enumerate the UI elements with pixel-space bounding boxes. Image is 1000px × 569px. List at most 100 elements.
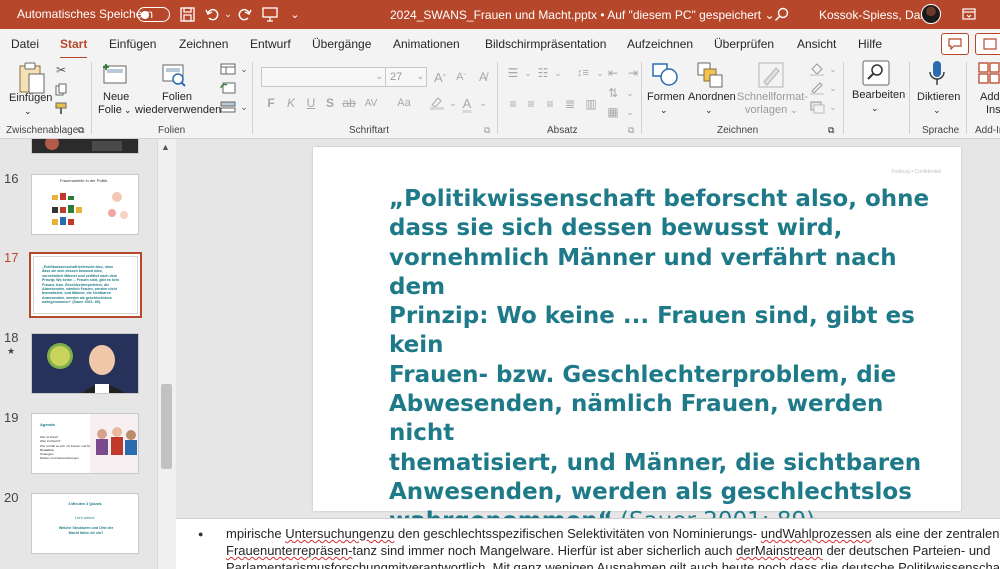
format-painter-icon[interactable] bbox=[52, 101, 70, 115]
slide-thumbnail-17-selected[interactable]: „Politikwissenschaft beforscht also, ohn… bbox=[29, 252, 142, 318]
font-dialog-icon[interactable]: ⧉ bbox=[484, 124, 490, 137]
dictate-icon[interactable] bbox=[928, 60, 946, 91]
tab-ansicht[interactable]: Ansicht bbox=[797, 37, 836, 51]
addins-label[interactable]: Add bbox=[980, 91, 1000, 104]
reuse-slides-label-2[interactable]: wiederverwenden bbox=[135, 104, 221, 117]
presentation-icon[interactable] bbox=[261, 5, 279, 23]
smartart-dropdown-icon[interactable]: ⌄ bbox=[621, 105, 639, 119]
new-slide-dropdown-icon[interactable]: ⌄ bbox=[124, 104, 132, 117]
layout-dropdown-icon[interactable]: ⌄ bbox=[235, 62, 253, 76]
smartart-icon[interactable]: ▦ bbox=[604, 105, 622, 119]
font-size-combobox[interactable]: 27 ⌄ bbox=[385, 67, 427, 87]
addins-label-2[interactable]: Ins bbox=[986, 104, 1000, 117]
editing-dropdown-icon[interactable]: ⌄ bbox=[871, 102, 879, 115]
editing-icon[interactable] bbox=[862, 60, 890, 89]
new-slide-label-2[interactable]: Folie bbox=[98, 104, 122, 117]
italic-icon[interactable]: K bbox=[282, 96, 300, 110]
line-spacing-icon[interactable]: ↕≡ bbox=[574, 66, 592, 80]
slide-thumbnail-15[interactable] bbox=[31, 139, 139, 154]
tab-zeichnen[interactable]: Zeichnen bbox=[179, 37, 228, 51]
tab-bildschirmpraesentation[interactable]: Bildschirmpräsentation bbox=[485, 37, 606, 51]
shape-effects-dropdown-icon[interactable]: ⌄ bbox=[824, 100, 842, 114]
reset-icon[interactable] bbox=[219, 81, 237, 95]
tab-animationen[interactable]: Animationen bbox=[393, 37, 460, 51]
avatar[interactable] bbox=[921, 4, 941, 24]
arrange-label[interactable]: Anordnen bbox=[688, 91, 736, 104]
shapes-dropdown-icon[interactable]: ⌄ bbox=[660, 104, 668, 117]
addins-icon[interactable] bbox=[978, 60, 1000, 91]
copy-icon[interactable] bbox=[52, 82, 70, 96]
customize-toolbar-icon[interactable]: ⌄ bbox=[286, 5, 304, 23]
quick-styles-dropdown-icon[interactable]: ⌄ bbox=[790, 104, 798, 117]
tab-start[interactable]: Start bbox=[60, 37, 88, 60]
arrange-icon[interactable] bbox=[697, 62, 723, 91]
slide-thumbnail-16[interactable]: Frauenanteile in der Politik bbox=[31, 174, 139, 235]
scrollbar-thumb[interactable] bbox=[161, 384, 172, 469]
strikethrough-icon[interactable]: ab bbox=[340, 96, 358, 110]
decrease-indent-icon[interactable]: ⇤ bbox=[604, 66, 622, 80]
paste-dropdown-icon[interactable]: ⌄ bbox=[24, 105, 32, 118]
text-direction-dropdown-icon[interactable]: ⌄ bbox=[621, 86, 639, 100]
paste-label[interactable]: Einfügen bbox=[9, 92, 52, 105]
text-shadow-icon[interactable]: S bbox=[321, 96, 339, 110]
clipboard-dialog-icon[interactable]: ⧉ bbox=[78, 124, 84, 137]
font-color-dropdown-icon[interactable]: ⌄ bbox=[474, 96, 492, 110]
shapes-icon[interactable] bbox=[652, 62, 680, 91]
shape-outline-dropdown-icon[interactable]: ⌄ bbox=[824, 81, 842, 95]
new-slide-label[interactable]: Neue bbox=[103, 91, 129, 104]
autosave-toggle[interactable] bbox=[137, 7, 170, 22]
current-slide[interactable]: Freiburg • Confidential „Politikwissensc… bbox=[313, 147, 961, 534]
speaker-notes-pane[interactable]: ● mpirische Untersuchungenzu den geschle… bbox=[176, 518, 1000, 569]
slide-thumbnail-20[interactable]: 3 Minuten 3 Quizzis Let's collect: Welch… bbox=[31, 493, 139, 554]
tab-hilfe[interactable]: Hilfe bbox=[858, 37, 882, 51]
align-center-icon[interactable]: ≡ bbox=[522, 97, 540, 111]
present-button[interactable] bbox=[975, 33, 1000, 55]
text-direction-icon[interactable]: ⇅ bbox=[604, 86, 622, 100]
reuse-slides-label[interactable]: Folien bbox=[162, 91, 192, 104]
slide-thumbnail-19[interactable]: Agenda Wer ist Dara? Was ist Macht? Wie … bbox=[31, 413, 139, 474]
document-title[interactable]: 2024_SWANS_Frauen und Macht.pptx • Auf "… bbox=[390, 8, 775, 22]
clear-formatting-icon[interactable]: A̸ bbox=[474, 70, 492, 84]
scroll-up-icon[interactable]: ▲ bbox=[161, 142, 170, 152]
character-spacing-icon[interactable]: AV bbox=[362, 96, 380, 110]
increase-indent-icon[interactable]: ⇥ bbox=[624, 66, 642, 80]
align-left-icon[interactable]: ≡ bbox=[504, 97, 522, 111]
slide-quote-textbox[interactable]: „Politikwissenschaft beforscht also, ohn… bbox=[389, 185, 949, 537]
tab-uebergaenge[interactable]: Übergänge bbox=[312, 37, 371, 51]
comments-button[interactable] bbox=[941, 33, 969, 55]
quick-styles-label[interactable]: Schnellformat- bbox=[737, 91, 808, 104]
editing-label[interactable]: Bearbeiten bbox=[852, 89, 905, 102]
search-icon[interactable] bbox=[772, 5, 790, 23]
bold-icon[interactable]: F bbox=[262, 96, 280, 110]
tab-entwurf[interactable]: Entwurf bbox=[250, 37, 291, 51]
quick-styles-label-2[interactable]: vorlagen bbox=[745, 104, 787, 117]
font-name-dropdown-icon[interactable]: ⌄ bbox=[375, 71, 383, 82]
user-name[interactable]: Kossok-Spiess, Dara bbox=[819, 8, 931, 22]
reuse-slides-icon[interactable] bbox=[161, 63, 187, 90]
new-slide-icon[interactable] bbox=[102, 63, 128, 88]
increase-font-icon[interactable]: A ^ bbox=[431, 70, 449, 85]
numbering-dropdown-icon[interactable]: ⌄ bbox=[549, 66, 567, 80]
justify-icon[interactable]: ≣ bbox=[561, 97, 579, 111]
align-right-icon[interactable]: ≡ bbox=[541, 97, 559, 111]
drawing-dialog-icon[interactable]: ⧉ bbox=[828, 124, 834, 137]
underline-icon[interactable]: U bbox=[302, 96, 320, 110]
font-size-dropdown-icon[interactable]: ⌄ bbox=[416, 71, 424, 82]
cut-icon[interactable]: ✂ bbox=[52, 63, 70, 77]
font-name-combobox[interactable]: ⌄ bbox=[261, 67, 386, 87]
redo-icon[interactable] bbox=[235, 5, 253, 23]
dictate-label[interactable]: Diktieren bbox=[917, 91, 960, 104]
tab-einfuegen[interactable]: Einfügen bbox=[109, 37, 156, 51]
tab-aufzeichnen[interactable]: Aufzeichnen bbox=[627, 37, 693, 51]
shapes-label[interactable]: Formen bbox=[647, 91, 685, 104]
thumbnail-scrollbar[interactable]: ▲ bbox=[157, 139, 176, 569]
ribbon-display-icon[interactable] bbox=[960, 5, 978, 23]
arrange-dropdown-icon[interactable]: ⌄ bbox=[705, 104, 713, 117]
section-dropdown-icon[interactable]: ⌄ bbox=[235, 100, 253, 114]
decrease-font-icon[interactable]: Aˇ bbox=[452, 70, 470, 84]
quick-styles-icon[interactable] bbox=[758, 62, 784, 91]
tab-ueberpruefen[interactable]: Überprüfen bbox=[714, 37, 774, 51]
tab-datei[interactable]: Datei bbox=[11, 37, 39, 51]
slide-thumbnail-18[interactable] bbox=[31, 333, 139, 394]
dictate-dropdown-icon[interactable]: ⌄ bbox=[933, 104, 941, 117]
